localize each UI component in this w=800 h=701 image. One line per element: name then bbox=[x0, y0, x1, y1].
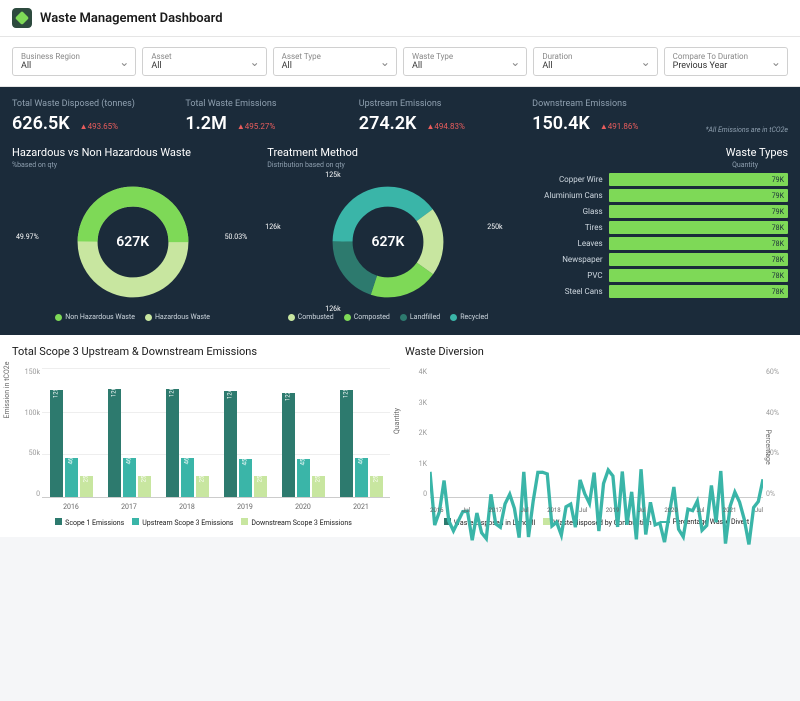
bar-group: 126k46k25k2018 bbox=[166, 369, 209, 497]
filter-waste-type[interactable]: Waste TypeAll bbox=[403, 47, 527, 76]
kpi-row: Total Waste Disposed (tonnes) 626.5K▲493… bbox=[0, 87, 800, 146]
diversion-chart: 4K3K2K1K0 60%40%20%0% 2016Jul2017Jul2018… bbox=[405, 368, 788, 518]
waste-type-row: PVC78K bbox=[523, 269, 788, 282]
waste-types-panel: Waste Types Quantity Copper Wire79KAlumi… bbox=[523, 146, 788, 321]
filter-asset[interactable]: AssetAll bbox=[142, 47, 266, 76]
waste-type-row: Newspaper78K bbox=[523, 253, 788, 266]
bar-group: 125k46k25k2016 bbox=[50, 369, 93, 497]
hazardous-donut: 627K 49.97% 50.03% bbox=[12, 177, 253, 307]
hazardous-panel: Hazardous vs Non Hazardous Waste %based … bbox=[12, 146, 253, 321]
scope3-chart: Emission in tCO2e 150k100k50k0 125k46k25… bbox=[12, 368, 395, 518]
filter-compare[interactable]: Compare To DurationPrevious Year bbox=[664, 47, 788, 76]
header: Waste Management Dashboard bbox=[0, 0, 800, 37]
waste-type-row: Aluminium Cans79K bbox=[523, 189, 788, 202]
mid-row: Hazardous vs Non Hazardous Waste %based … bbox=[0, 146, 800, 335]
bottom-row: Total Scope 3 Upstream & Downstream Emis… bbox=[0, 335, 800, 537]
bar-group: 122k45k25k2020 bbox=[282, 369, 325, 497]
kpi-total-emissions: Total Waste Emissions 1.2M▲495.27% bbox=[185, 99, 338, 134]
treatment-donut: 627K 250k 125k 126k 126k bbox=[267, 177, 508, 307]
waste-type-row: Copper Wire79K bbox=[523, 173, 788, 186]
app-logo-icon bbox=[12, 8, 32, 28]
bar-group: 124k45k25k2019 bbox=[224, 369, 267, 497]
diversion-card: Waste Diversion 4K3K2K1K0 60%40%20%0% 20… bbox=[405, 345, 788, 527]
waste-type-row: Glass79K bbox=[523, 205, 788, 218]
treatment-panel: Treatment Method Distribution based on q… bbox=[267, 146, 508, 321]
scope3-card: Total Scope 3 Upstream & Downstream Emis… bbox=[12, 345, 395, 527]
bar-group: 126k46k25k2017 bbox=[108, 369, 151, 497]
diversion-legend: Waste disposed in Landfill Waste dispose… bbox=[405, 518, 788, 527]
filter-duration[interactable]: DurationAll bbox=[533, 47, 657, 76]
filter-asset-type[interactable]: Asset TypeAll bbox=[273, 47, 397, 76]
kpi-downstream: Downstream Emissions 150.4K▲491.86% bbox=[532, 99, 685, 134]
kpi-upstream: Upstream Emissions 274.2K▲494.83% bbox=[359, 99, 512, 134]
waste-types-rows: Copper Wire79K Aluminium Cans79K Glass79K T… bbox=[523, 173, 788, 298]
waste-type-row: Tires78K bbox=[523, 221, 788, 234]
kpi-note: *All Emissions are in tCO2e bbox=[706, 126, 788, 134]
waste-type-row: Steel Cans78K bbox=[523, 285, 788, 298]
filter-bar: Business RegionAll AssetAll Asset TypeAl… bbox=[0, 37, 800, 87]
waste-type-row: Leaves78K bbox=[523, 237, 788, 250]
filter-business-region[interactable]: Business RegionAll bbox=[12, 47, 136, 76]
hazardous-legend: Non Hazardous Waste Hazardous Waste bbox=[12, 307, 253, 321]
scope3-legend: Scope 1 Emissions Upstream Scope 3 Emiss… bbox=[12, 518, 395, 527]
treatment-legend: Combusted Composted Landfilled Recycled bbox=[267, 307, 508, 321]
kpi-waste-disposed: Total Waste Disposed (tonnes) 626.5K▲493… bbox=[12, 99, 165, 134]
bar-group: 125k46k25k2021 bbox=[340, 369, 383, 497]
page-title: Waste Management Dashboard bbox=[40, 11, 223, 26]
